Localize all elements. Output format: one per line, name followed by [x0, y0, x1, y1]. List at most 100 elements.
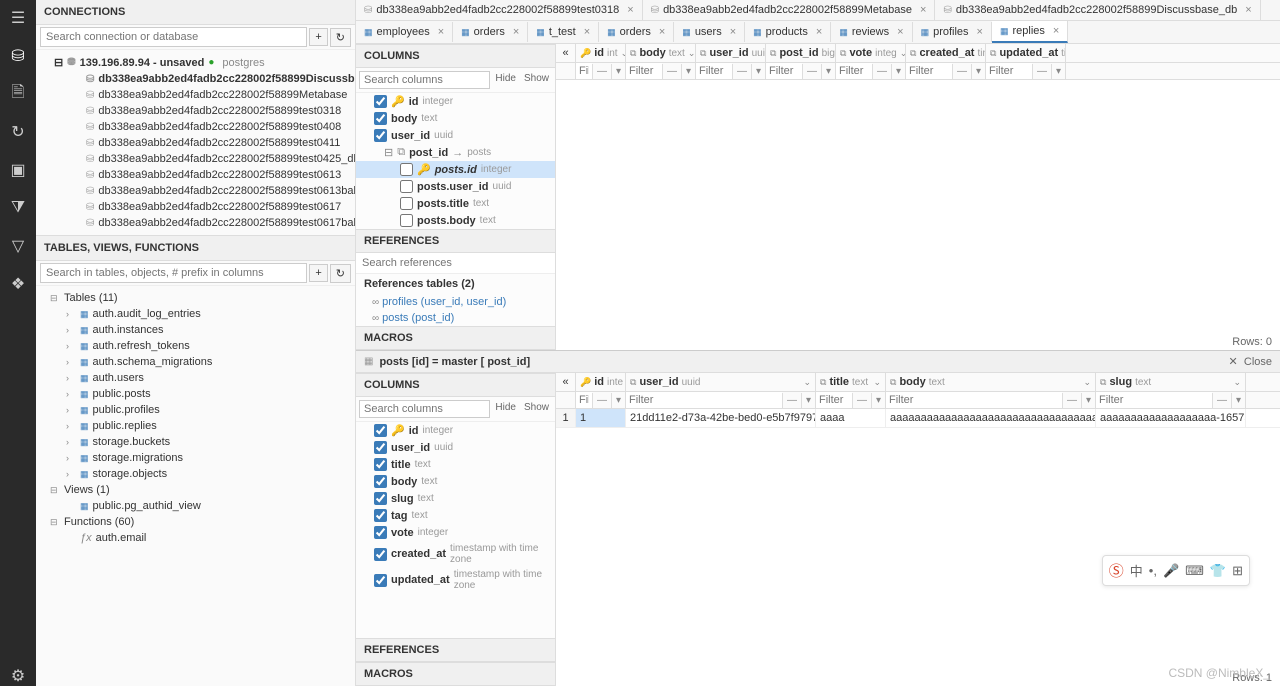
table-row[interactable]: 1121dd11e2-d73a-42be-bed0-e5b7f97972b9aa… — [556, 409, 1280, 428]
refresh-tables-button[interactable]: ↻ — [330, 264, 351, 283]
database-item[interactable]: ⛁db338ea9abb2ed4fadb2cc228002f58899Metab… — [36, 87, 355, 103]
close-icon[interactable]: × — [1245, 4, 1251, 16]
filter-clear-button[interactable]: — — [782, 393, 801, 408]
close-icon[interactable]: × — [1053, 25, 1059, 37]
add-table-button[interactable]: + — [309, 264, 327, 282]
column-item[interactable]: titletext — [356, 456, 555, 473]
reference-link[interactable]: ∞posts (post_id) — [356, 310, 555, 326]
filter-menu-button[interactable]: ▾ — [971, 64, 985, 79]
layers-icon[interactable]: ❖ — [8, 274, 28, 294]
add-connection-button[interactable]: + — [309, 28, 327, 46]
filter-clear-button[interactable]: — — [592, 393, 611, 408]
close-detail-button[interactable]: ✕ Close — [1229, 355, 1272, 368]
column-checkbox[interactable] — [400, 163, 413, 176]
close-icon[interactable]: × — [977, 26, 983, 38]
history-icon[interactable]: ↻ — [8, 122, 28, 142]
table-cell[interactable]: 21dd11e2-d73a-42be-bed0-e5b7f97972b9 — [626, 409, 816, 427]
table-cell[interactable]: aaaaaaaaaaaaaaaaaaa-165750315 — [1096, 409, 1246, 427]
close-icon[interactable]: × — [584, 26, 590, 38]
refresh-connection-button[interactable]: ↻ — [330, 28, 351, 47]
filter-clear-button[interactable]: — — [952, 64, 971, 79]
column-checkbox[interactable] — [374, 548, 387, 561]
ime-toolbar[interactable]: Ⓢ 中 •, 🎤 ⌨ 👕 ⊞ — [1102, 555, 1250, 586]
toolbox-icon[interactable]: ⊞ — [1232, 563, 1243, 579]
column-header[interactable]: ⧉bodytext⌄ — [626, 44, 696, 62]
filter-clear-button[interactable]: — — [732, 64, 751, 79]
chevron-down-icon[interactable]: ⌄ — [873, 377, 881, 388]
filter-input[interactable] — [906, 63, 952, 79]
filter-input[interactable] — [836, 63, 872, 79]
database-item[interactable]: ⛁db338ea9abb2ed4fadb2cc228002f58899test0… — [36, 215, 355, 231]
column-header[interactable]: 🔑idinte⌄ — [576, 373, 626, 391]
filter-menu-button[interactable]: ▾ — [891, 64, 905, 79]
functions-folder[interactable]: ⊟Functions (60) — [36, 514, 355, 530]
filter-input[interactable] — [816, 392, 852, 408]
filter-menu-button[interactable]: ▾ — [751, 64, 765, 79]
close-icon[interactable]: × — [627, 4, 633, 16]
table-item[interactable]: ›▦auth.refresh_tokens — [36, 338, 355, 354]
table-cell[interactable]: 1 — [556, 409, 576, 427]
chevron-down-icon[interactable]: ⌄ — [1083, 377, 1091, 388]
filter-menu-button[interactable]: ▾ — [1051, 64, 1065, 79]
column-item[interactable]: voteinteger — [356, 524, 555, 541]
filter-input[interactable] — [886, 392, 1062, 408]
hide-button-lower[interactable]: Hide — [492, 400, 519, 418]
filter-menu-button[interactable]: ▾ — [681, 64, 695, 79]
column-header[interactable]: ⧉titletext⌄ — [816, 373, 886, 391]
filter-clear-button[interactable]: — — [662, 64, 681, 79]
table-cell[interactable]: aaaa — [816, 409, 886, 427]
fk-column-item[interactable]: posts.bodytext — [356, 212, 555, 229]
sub-tab[interactable]: ▦products× — [745, 22, 831, 42]
column-checkbox[interactable] — [374, 112, 387, 125]
filter-menu-button[interactable]: ▾ — [1081, 393, 1095, 408]
columns-search[interactable] — [359, 71, 490, 89]
close-icon[interactable]: × — [438, 26, 444, 38]
database-item[interactable]: ⛁db338ea9abb2ed4fadb2cc228002f58899test0… — [36, 135, 355, 151]
column-item[interactable]: 🔑idinteger — [356, 93, 555, 110]
lang-toggle[interactable]: 中 — [1130, 561, 1143, 580]
column-item[interactable]: bodytext — [356, 473, 555, 490]
table-item[interactable]: ›▦storage.objects — [36, 466, 355, 482]
filter-menu-button[interactable]: ▾ — [1231, 393, 1245, 408]
filter-clear-button[interactable]: — — [802, 64, 821, 79]
filter-clear-button[interactable]: — — [852, 393, 871, 408]
column-header[interactable]: ⧉updated_attimest⌄ — [986, 44, 1066, 62]
column-header[interactable]: ⧉voteinteg⌄ — [836, 44, 906, 62]
column-checkbox[interactable] — [374, 424, 387, 437]
column-checkbox[interactable] — [374, 492, 387, 505]
table-item[interactable]: ›▦storage.buckets — [36, 434, 355, 450]
filter-menu-button[interactable]: ▾ — [821, 64, 835, 79]
grid-corner[interactable]: « — [556, 44, 576, 62]
filter-input[interactable] — [576, 392, 592, 408]
column-header[interactable]: ⧉user_iduuid⌄ — [626, 373, 816, 391]
column-item[interactable]: 🔑idinteger — [356, 422, 555, 439]
database-item[interactable]: ⛁db338ea9abb2ed4fadb2cc228002f58899test0… — [36, 119, 355, 135]
file-icon[interactable]: 🗎 — [8, 84, 28, 104]
filter-menu-button[interactable]: ▾ — [611, 64, 625, 79]
column-item[interactable]: tagtext — [356, 507, 555, 524]
chevron-down-icon[interactable]: ⌄ — [803, 377, 811, 388]
table-cell[interactable]: aaaaaaaaaaaaaaaaaaaaaaaaaaaaaaaaaaaaaaa — [886, 409, 1096, 427]
filter-input[interactable] — [696, 63, 732, 79]
connections-search[interactable] — [40, 27, 307, 47]
column-checkbox[interactable] — [374, 475, 387, 488]
table-item[interactable]: ›▦auth.instances — [36, 322, 355, 338]
sub-tab[interactable]: ▦t_test× — [528, 22, 599, 42]
columns-search-lower[interactable] — [359, 400, 490, 418]
filter-input[interactable] — [576, 63, 592, 79]
column-item[interactable]: user_iduuid — [356, 127, 555, 144]
filter-menu-button[interactable]: ▾ — [611, 393, 625, 408]
column-checkbox[interactable] — [374, 509, 387, 522]
table-item[interactable]: ›▦public.replies — [36, 418, 355, 434]
sub-tab[interactable]: ▦orders× — [453, 22, 528, 42]
filter-clear-button[interactable]: — — [1212, 393, 1231, 408]
close-icon[interactable]: × — [659, 26, 665, 38]
column-header[interactable]: ⧉user_iduuid⌄ — [696, 44, 766, 62]
show-button-lower[interactable]: Show — [521, 400, 552, 418]
fk-column-item[interactable]: posts.titletext — [356, 195, 555, 212]
fk-column-item[interactable]: 🔑posts.idinteger — [356, 161, 555, 178]
filter-clear-button[interactable]: — — [1032, 64, 1051, 79]
table-item[interactable]: ›▦auth.users — [36, 370, 355, 386]
foreign-key-item[interactable]: ⊟⧉post_id→posts — [356, 144, 555, 161]
sub-tab[interactable]: ▦users× — [674, 22, 745, 42]
